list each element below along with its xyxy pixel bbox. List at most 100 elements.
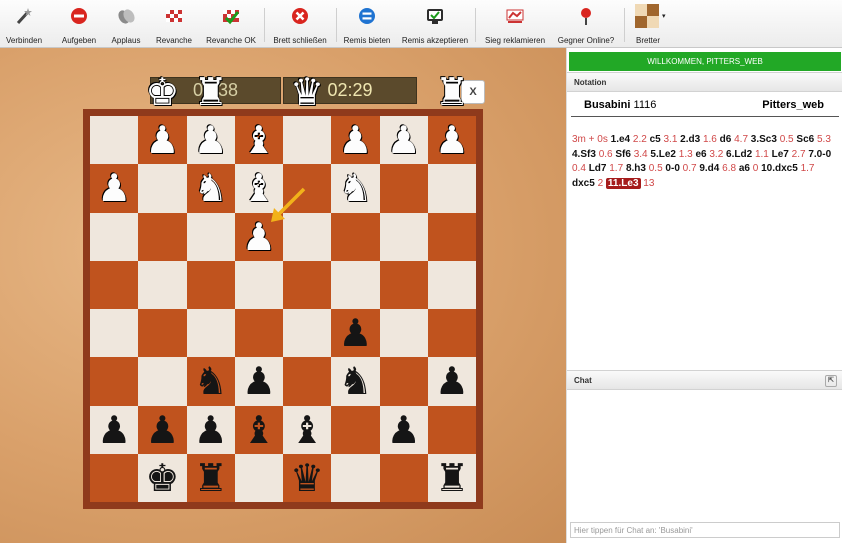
board-square[interactable] [138,309,187,358]
board-square[interactable] [138,260,187,309]
white-pawn-piece[interactable]: ♟ [90,164,138,212]
board-square[interactable] [90,212,139,261]
applause-button[interactable]: Applaus [106,2,146,46]
board-square[interactable] [283,260,332,309]
board-square[interactable] [234,453,283,502]
black-pawn-piece[interactable]: ♟ [235,357,283,405]
move[interactable]: 7.0-0 [808,149,831,160]
move[interactable]: 4.Sf3 [572,149,596,160]
board-square[interactable] [90,116,139,165]
move[interactable]: 6.Ld2 [726,149,752,160]
move[interactable]: e6 [695,149,706,160]
board-square[interactable] [427,405,476,454]
resign-button[interactable]: Aufgeben [57,2,101,46]
black-knight-piece[interactable]: ♞ [331,357,379,405]
claim-win-button[interactable]: Sieg reklamieren [482,2,548,46]
board-square[interactable] [283,357,332,406]
accept-draw-button[interactable]: Remis akzeptieren [401,2,469,46]
white-rook-piece[interactable]: ♜ [187,68,235,116]
board-square[interactable] [379,164,428,213]
white-king-piece[interactable]: ♚ [138,68,186,116]
white-knight-piece[interactable]: ♞ [331,164,379,212]
white-knight-piece[interactable]: ♞ [187,164,235,212]
white-rook-piece[interactable]: ♜ [428,68,476,116]
board-square[interactable] [379,212,428,261]
board-square[interactable] [427,260,476,309]
move[interactable]: c5 [650,134,661,145]
move[interactable]: 9.d4 [699,163,719,174]
board-square[interactable] [379,357,428,406]
move[interactable]: Le7 [772,149,789,160]
black-pawn-piece[interactable]: ♟ [380,406,428,454]
move[interactable]: 3.Sc3 [751,134,777,145]
connect-button[interactable]: Verbinden [4,2,44,46]
black-rook-piece[interactable]: ♜ [428,454,476,502]
chessboard[interactable]: ♚ ♜ ♛ ♜ ♟ ♟ ♝ ♟ ♟ ♟ ♟ ♞ ♝ ♞ ♟ ♟ ♞ ♟ ♞ ♟ ♟ ♟ ♟ ♝ ♝ ♟ ♚ ♜ ♛ ♜ [90,70,476,502]
white-pawn-piece[interactable]: ♟ [428,116,476,164]
move[interactable]: 1.e4 [611,134,630,145]
black-bishop-piece[interactable]: ♝ [283,406,331,454]
board-square[interactable] [379,453,428,502]
move[interactable]: Sf6 [615,149,631,160]
rematch-button[interactable]: Revanche [152,2,196,46]
move[interactable]: a6 [739,163,750,174]
white-bishop-piece[interactable]: ♝ [235,116,283,164]
move[interactable]: 10.dxc5 [761,163,798,174]
black-pawn-piece[interactable]: ♟ [428,357,476,405]
board-square[interactable] [186,309,235,358]
white-pawn-piece[interactable]: ♟ [380,116,428,164]
board-square[interactable] [138,357,187,406]
offer-draw-button[interactable]: Remis bieten [341,2,393,46]
board-square[interactable] [379,309,428,358]
close-board-button[interactable]: Brett schließen [270,2,330,46]
board-square[interactable] [283,116,332,165]
board-square[interactable] [331,453,380,502]
move[interactable]: 0-0 [665,163,679,174]
board-square[interactable] [331,405,380,454]
board-square[interactable] [90,357,139,406]
notation-header: Notation [567,72,842,92]
opponent-online-button[interactable]: Gegner Online? [556,2,616,46]
chat-input[interactable]: Hier tippen für Chat an: 'Busabini' [570,522,840,538]
black-knight-piece[interactable]: ♞ [187,357,235,405]
move[interactable]: Sc6 [796,134,814,145]
board-square[interactable] [283,309,332,358]
board-square[interactable] [138,164,187,213]
move[interactable]: 2.d3 [680,134,700,145]
black-pawn-piece[interactable]: ♟ [90,406,138,454]
current-move[interactable]: 11.Le3 [605,177,641,189]
move[interactable]: dxc5 [572,178,595,189]
board-square[interactable] [138,212,187,261]
board-square[interactable] [90,260,139,309]
white-pawn-piece[interactable]: ♟ [187,116,235,164]
board-square[interactable] [234,260,283,309]
move[interactable]: d6 [720,134,732,145]
black-bishop-piece[interactable]: ♝ [235,406,283,454]
black-queen-piece[interactable]: ♛ [283,454,331,502]
board-square[interactable] [90,309,139,358]
move[interactable]: 8.h3 [626,163,646,174]
board-square[interactable] [234,309,283,358]
board-square[interactable] [379,260,428,309]
move[interactable]: Ld7 [589,163,607,174]
board-square[interactable] [331,212,380,261]
board-square[interactable] [427,164,476,213]
board-square[interactable] [427,309,476,358]
move[interactable]: 5.Le2 [650,149,676,160]
boards-button[interactable]: ▾ Bretter [628,2,668,46]
white-pawn-piece[interactable]: ♟ [331,116,379,164]
board-square[interactable] [90,453,139,502]
black-king-piece[interactable]: ♚ [138,454,186,502]
white-pawn-piece[interactable]: ♟ [138,116,186,164]
rematch-ok-button[interactable]: Revanche OK [204,2,258,46]
board-square[interactable] [186,212,235,261]
black-pawn-piece[interactable]: ♟ [138,406,186,454]
board-square[interactable] [186,260,235,309]
popout-icon[interactable]: ⇱ [825,375,837,387]
white-queen-piece[interactable]: ♛ [283,68,331,116]
black-rook-piece[interactable]: ♜ [187,454,235,502]
black-pawn-piece[interactable]: ♟ [187,406,235,454]
black-pawn-piece[interactable]: ♟ [331,309,379,357]
board-square[interactable] [331,260,380,309]
board-square[interactable] [427,212,476,261]
